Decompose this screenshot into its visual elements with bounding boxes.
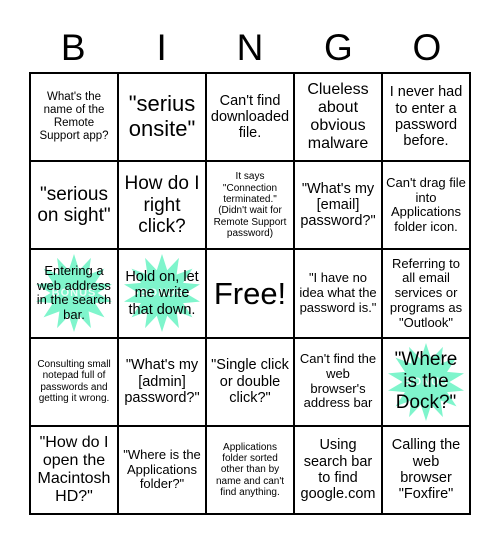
- bingo-cell[interactable]: "What's my [admin] password?": [119, 338, 205, 425]
- cell-text: It says "Connection terminated." (Didn't…: [213, 171, 287, 239]
- bingo-cell[interactable]: I never had to enter a password before.: [383, 74, 469, 161]
- bingo-cell[interactable]: Can't find the web browser's address bar: [295, 338, 381, 425]
- bingo-cell[interactable]: What's the name of the Remote Support ap…: [31, 74, 117, 161]
- cell-text: Hold on, let me write that down.: [125, 268, 199, 318]
- cell-text: What's the name of the Remote Support ap…: [39, 91, 109, 143]
- cell-text: "serius onsite": [128, 91, 196, 142]
- cell-text: Using search bar to find google.com: [300, 437, 376, 503]
- bingo-cell[interactable]: Can't find downloaded file.: [207, 74, 293, 161]
- cell-text: "I have no idea what the password is.": [299, 270, 377, 315]
- cell-text: Clueless about obvious malware: [307, 80, 369, 153]
- bingo-cell[interactable]: "serious on sight": [31, 162, 117, 249]
- bingo-cell[interactable]: BONUS Hold on, let me write that down.: [119, 250, 205, 337]
- header-letter-g: G: [324, 27, 353, 68]
- bingo-cell[interactable]: "Where is the Applications folder?": [119, 426, 205, 513]
- cell-text: "Single click or double click?": [211, 357, 289, 406]
- cell-text: Applications folder sorted other than by…: [215, 441, 285, 498]
- bingo-cell[interactable]: "What's my [email] password?": [295, 162, 381, 249]
- bingo-header: B I N G O: [29, 25, 471, 70]
- bingo-cell[interactable]: BONUS "Where is the Dock?": [383, 338, 469, 425]
- bingo-cell[interactable]: How do I right click?: [119, 162, 205, 249]
- cell-text: "What's my [email] password?": [300, 180, 376, 230]
- cell-text: Entering a web address in the search bar…: [36, 263, 112, 323]
- cell-text: "Where is the Applications folder?": [123, 446, 201, 492]
- bingo-cell[interactable]: "serius onsite": [119, 74, 205, 161]
- bingo-cell[interactable]: Referring to all email services or progr…: [383, 250, 469, 337]
- bingo-grid: What's the name of the Remote Support ap…: [29, 72, 471, 515]
- header-letter-o: O: [412, 27, 442, 68]
- cell-text: "What's my [admin] password?": [124, 357, 200, 406]
- bingo-cell[interactable]: Can't drag file into Applications folder…: [383, 162, 469, 249]
- header-letter-i: I: [156, 27, 167, 68]
- bingo-cell[interactable]: Clueless about obvious malware: [295, 74, 381, 161]
- cell-text: Referring to all email services or progr…: [389, 255, 463, 330]
- cell-text: "serious on sight": [37, 183, 111, 227]
- bingo-cell[interactable]: Consulting small notepad full of passwor…: [31, 338, 117, 425]
- bingo-cell[interactable]: "I have no idea what the password is.": [295, 250, 381, 337]
- free-cell[interactable]: Free!: [207, 250, 293, 337]
- header-letter-n: N: [236, 27, 264, 68]
- bingo-cell[interactable]: "Single click or double click?": [207, 338, 293, 425]
- cell-text: I never had to enter a password before.: [389, 84, 463, 150]
- cell-text: Can't find downloaded file.: [210, 92, 290, 142]
- cell-text: "Where is the Dock?": [394, 349, 458, 414]
- cell-text: Can't find the web browser's address bar: [299, 351, 377, 411]
- bingo-cell[interactable]: Calling the web browser "Foxfire": [383, 426, 469, 513]
- cell-text: Free!: [213, 275, 287, 311]
- cell-text: "How do I open the Macintosh HD?": [37, 433, 111, 505]
- bingo-cell[interactable]: "How do I open the Macintosh HD?": [31, 426, 117, 513]
- bingo-cell[interactable]: Using search bar to find google.com: [295, 426, 381, 513]
- bingo-cell[interactable]: BONUS Entering a web address in the sear…: [31, 250, 117, 337]
- cell-text: Consulting small notepad full of passwor…: [37, 359, 111, 404]
- bingo-cell[interactable]: Applications folder sorted other than by…: [207, 426, 293, 513]
- cell-text: Calling the web browser "Foxfire": [391, 437, 461, 503]
- cell-text: Can't drag file into Applications folder…: [386, 174, 466, 234]
- cell-text: How do I right click?: [124, 173, 200, 238]
- header-letter-b: B: [60, 27, 86, 68]
- bingo-cell[interactable]: It says "Connection terminated." (Didn't…: [207, 162, 293, 249]
